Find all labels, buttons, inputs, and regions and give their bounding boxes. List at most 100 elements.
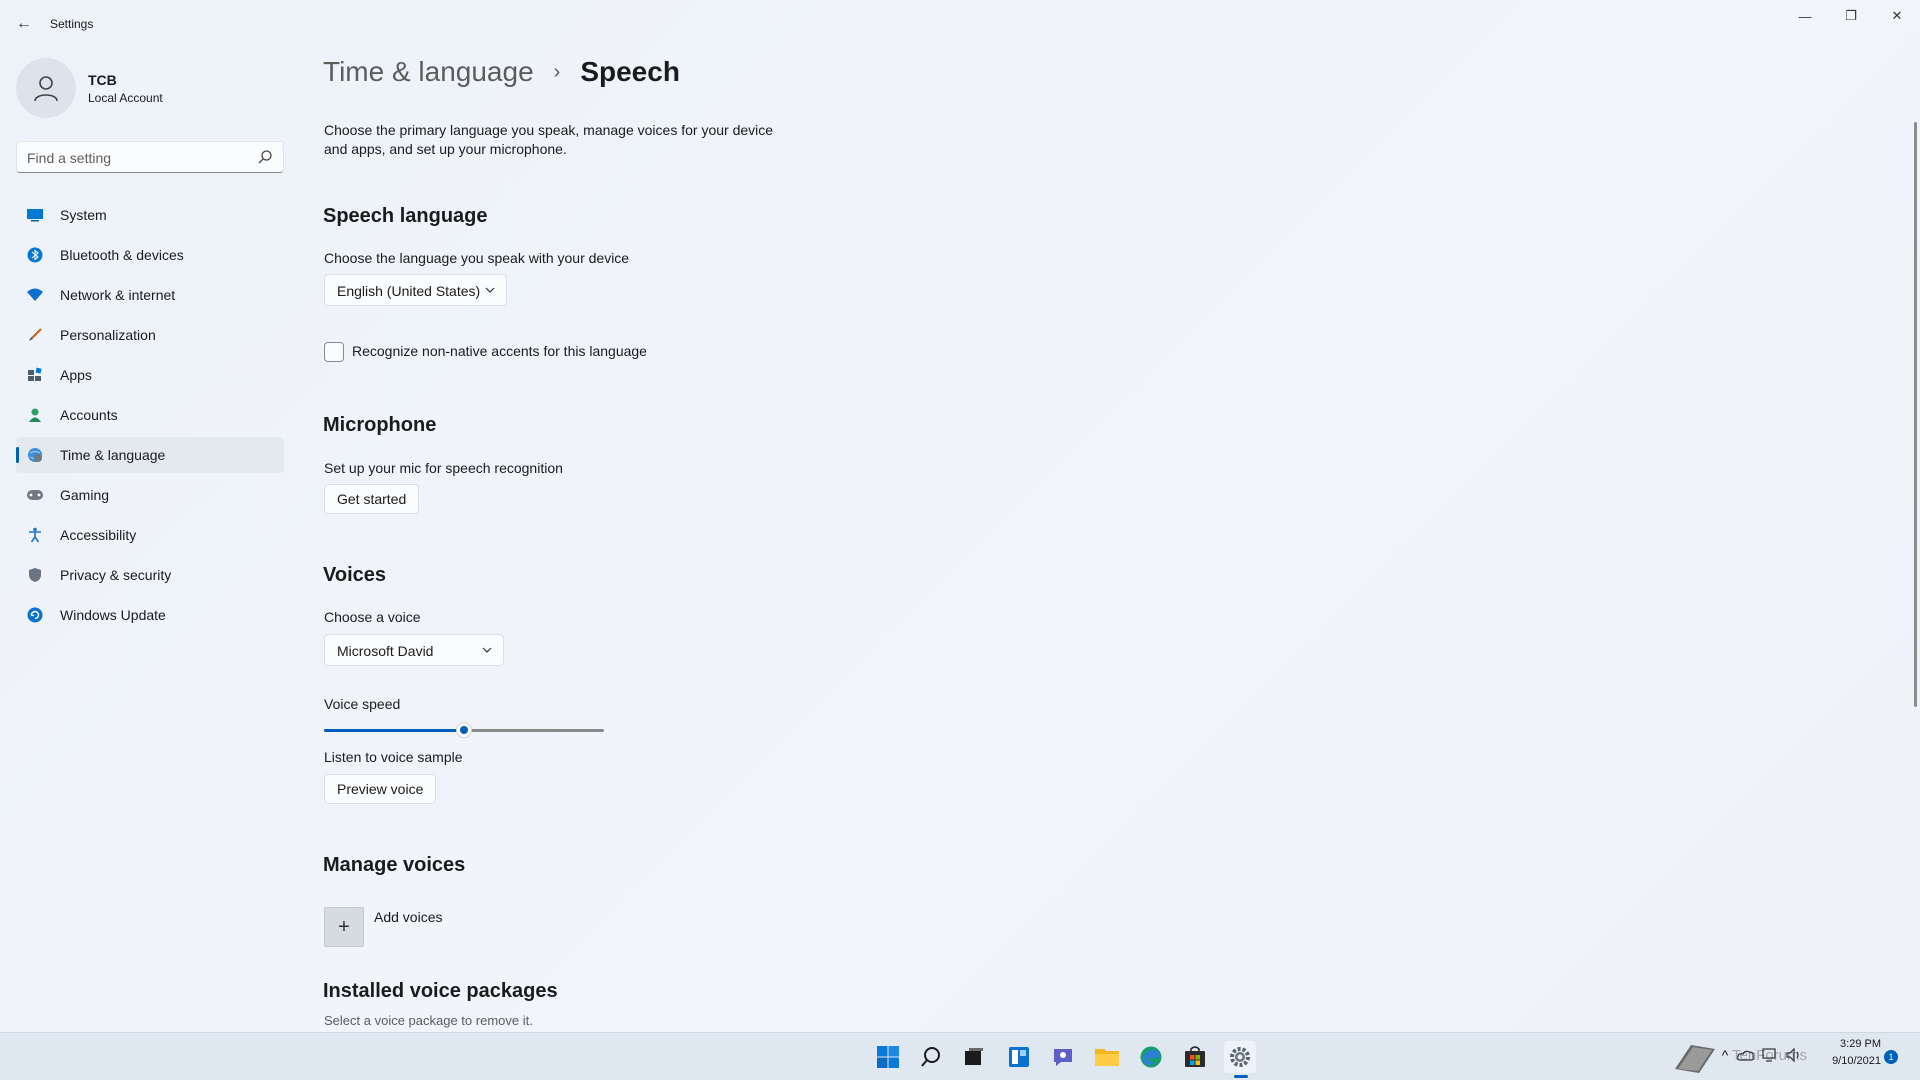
edge-button[interactable]	[1135, 1041, 1167, 1073]
sidebar-item-label: Network & internet	[60, 287, 176, 303]
sidebar-item-label: Bluetooth & devices	[60, 247, 184, 263]
start-button[interactable]	[872, 1041, 904, 1073]
get-started-button[interactable]: Get started	[324, 484, 420, 514]
accessibility-icon	[26, 526, 44, 544]
chevron-up-icon: ^	[1721, 1047, 1729, 1063]
update-icon	[26, 606, 44, 624]
sidebar-item-time-language[interactable]: Time & language	[16, 437, 284, 473]
restore-button[interactable]: ❐	[1828, 0, 1874, 32]
avatar	[16, 58, 76, 118]
settings-taskbar-button[interactable]	[1224, 1041, 1256, 1073]
breadcrumb: Time & language › Speech	[323, 56, 680, 88]
microphone-prompt: Set up your mic for speech recognition	[324, 460, 563, 476]
add-voices-label[interactable]: Add voices	[374, 909, 442, 925]
sidebar-item-label: Time & language	[60, 447, 166, 463]
search-input[interactable]: Find a setting	[16, 141, 284, 173]
wifi-icon	[26, 286, 44, 304]
file-explorer-button[interactable]	[1091, 1041, 1123, 1073]
notification-badge[interactable]: 1	[1884, 1050, 1898, 1064]
installed-voice-packages-subtitle: Select a voice package to remove it.	[324, 1013, 533, 1028]
onedrive-icon[interactable]	[1736, 1045, 1756, 1065]
preview-voice-button[interactable]: Preview voice	[324, 774, 437, 804]
sidebar-item-label: Apps	[60, 367, 92, 383]
sidebar-item-privacy-security[interactable]: Privacy & security	[16, 557, 284, 593]
store-icon	[1185, 1046, 1205, 1067]
sidebar-item-label: System	[60, 207, 107, 223]
voice-speed-label: Voice speed	[324, 696, 401, 712]
chat-button[interactable]	[1047, 1041, 1079, 1073]
bluetooth-icon	[26, 246, 44, 264]
microphone-heading: Microphone	[323, 414, 437, 436]
minimize-button[interactable]: —	[1782, 0, 1828, 32]
sidebar-item-bluetooth[interactable]: Bluetooth & devices	[16, 237, 284, 273]
settings-window: ← Settings — ❐ ✕ TCB Local Account Find …	[0, 0, 1920, 1032]
widgets-button[interactable]	[1003, 1041, 1035, 1073]
user-profile[interactable]: TCB Local Account	[16, 58, 276, 118]
voice-speed-slider[interactable]	[324, 722, 604, 738]
speech-language-value: English (United States)	[337, 283, 481, 299]
globe-clock-icon	[26, 446, 44, 464]
chevron-down-icon	[482, 647, 492, 653]
voices-heading: Voices	[323, 564, 386, 586]
sidebar-item-label: Accessibility	[60, 527, 137, 543]
brush-icon	[26, 326, 44, 344]
back-button[interactable]: ←	[10, 10, 38, 38]
sidebar-item-system[interactable]: System	[16, 197, 284, 233]
user-icon	[34, 76, 58, 102]
chat-icon	[1054, 1049, 1072, 1066]
voice-value: Microsoft David	[337, 643, 434, 659]
clock-date[interactable]: 9/10/2021	[1823, 1055, 1881, 1067]
back-arrow-icon: ←	[16, 15, 32, 32]
add-voices-button[interactable]: +	[324, 907, 364, 947]
sidebar-item-apps[interactable]: Apps	[16, 357, 284, 393]
page-description: Choose the primary language you speak, m…	[324, 122, 774, 157]
choose-voice-prompt: Choose a voice	[324, 609, 421, 625]
search-icon	[258, 150, 272, 164]
sidebar-item-accessibility[interactable]: Accessibility	[16, 517, 284, 553]
task-view-icon	[965, 1048, 983, 1065]
gear-icon	[1230, 1047, 1250, 1067]
voice-dropdown[interactable]: Microsoft David	[324, 634, 504, 666]
clock-time[interactable]: 3:29 PM	[1833, 1038, 1881, 1050]
taskbar-search-button[interactable]	[915, 1041, 947, 1073]
plus-icon: +	[338, 915, 350, 938]
sidebar-item-gaming[interactable]: Gaming	[16, 477, 284, 513]
network-icon[interactable]	[1760, 1045, 1780, 1065]
volume-icon[interactable]	[1784, 1045, 1804, 1065]
widgets-icon	[1009, 1047, 1029, 1067]
person-icon	[26, 406, 44, 424]
folder-icon	[1095, 1049, 1119, 1066]
store-button[interactable]	[1179, 1041, 1211, 1073]
breadcrumb-parent[interactable]: Time & language	[323, 56, 534, 88]
close-button[interactable]: ✕	[1874, 0, 1920, 32]
sidebar-item-personalization[interactable]: Personalization	[16, 317, 284, 353]
speech-language-heading: Speech language	[323, 205, 488, 227]
scrollbar[interactable]	[1914, 122, 1917, 707]
chevron-right-icon: ›	[553, 60, 561, 83]
sidebar-item-label: Gaming	[60, 487, 110, 503]
profile-name: TCB	[88, 72, 117, 88]
show-hidden-icons-button[interactable]: ^	[1718, 1045, 1732, 1065]
sidebar-item-label: Privacy & security	[60, 567, 172, 583]
close-icon: ✕	[1891, 8, 1903, 23]
sidebar-item-windows-update[interactable]: Windows Update	[16, 597, 284, 633]
sidebar-item-accounts[interactable]: Accounts	[16, 397, 284, 433]
sidebar-item-network[interactable]: Network & internet	[16, 277, 284, 313]
speech-language-prompt: Choose the language you speak with your …	[324, 250, 630, 266]
app-title: Settings	[50, 17, 94, 31]
slider-thumb[interactable]	[456, 722, 472, 738]
sidebar-item-label: Personalization	[60, 327, 156, 343]
edge-icon	[1140, 1046, 1162, 1068]
sidebar-item-label: Windows Update	[60, 607, 166, 623]
task-view-button[interactable]	[958, 1041, 990, 1073]
gamepad-icon	[26, 486, 44, 504]
apps-icon	[26, 366, 44, 384]
non-native-accents-label[interactable]: Recognize non-native accents for this la…	[352, 343, 647, 359]
profile-account-type: Local Account	[88, 91, 163, 105]
minimize-icon: —	[1798, 8, 1812, 24]
active-app-indicator	[1234, 1075, 1248, 1078]
chevron-down-icon	[485, 287, 495, 293]
speech-language-dropdown[interactable]: English (United States)	[324, 274, 507, 306]
voice-sample-label: Listen to voice sample	[324, 749, 463, 765]
non-native-accents-checkbox[interactable]	[324, 342, 344, 362]
